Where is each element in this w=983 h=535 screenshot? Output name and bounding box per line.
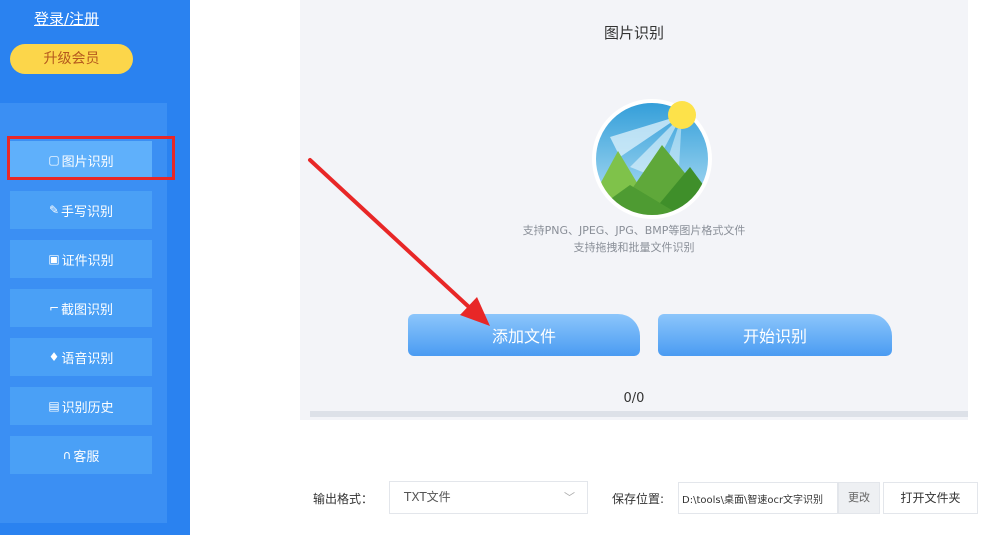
nav-item-label: 截图识别 [61,302,114,318]
nav-item-id-recognition[interactable]: ▣ 证件识别 [10,240,152,278]
nav-item-label: 识别历史 [61,400,114,416]
login-register-link[interactable]: 登录/注册 [34,8,99,29]
history-icon: ▤ [48,399,60,413]
upgrade-vip-button[interactable]: 升级会员 [10,44,133,74]
landscape-picture-icon [592,99,712,219]
nav-item-label: 证件识别 [61,253,114,269]
crop-icon: ⌐ [48,301,60,315]
nav-item-label: 客服 [73,449,100,465]
output-format-value: TXT文件 [404,490,451,504]
change-path-button[interactable]: 更改 [838,482,880,514]
nav-item-recognition-history[interactable]: ▤ 识别历史 [10,387,152,425]
annotation-highlight-box [7,136,175,180]
progress-bar [310,411,968,417]
open-folder-button[interactable]: 打开文件夹 [883,482,978,514]
sidebar: 登录/注册 升级会员 ▢ 图片识别 ✎ 手写识别 ▣ 证件识别 ⌐ 截图识别 ♦… [0,0,190,535]
mic-icon: ♦ [48,350,60,364]
nav-item-handwriting-recognition[interactable]: ✎ 手写识别 [10,191,152,229]
start-recognition-button[interactable]: 开始识别 [658,314,892,356]
id-card-icon: ▣ [48,252,60,266]
drag-batch-hint: 支持拖拽和批量文件识别 [573,241,695,254]
save-path-input[interactable] [678,482,838,514]
headset-icon: ∩ [62,448,72,462]
add-file-button[interactable]: 添加文件 [408,314,640,356]
chevron-down-icon: ﹀ [564,491,575,504]
nav-item-label: 手写识别 [61,204,114,220]
save-location-label: 保存位置: [612,492,665,506]
file-counter: 0/0 [623,391,645,406]
nav-item-label: 语音识别 [61,351,114,367]
output-format-select[interactable]: TXT文件 ﹀ [389,481,588,514]
nav-item-customer-service[interactable]: ∩ 客服 [10,436,152,474]
output-format-label: 输出格式： [313,492,374,506]
supported-formats-hint: 支持PNG、JPEG、JPG、BMP等图片格式文件 [522,224,746,237]
recognition-card: 图片识别 支持PNG、JPEG、JPG、BMP等图片格式文件 支持拖拽和批量文件… [300,0,968,420]
page-title: 图片识别 [603,24,664,42]
nav-item-voice-recognition[interactable]: ♦ 语音识别 [10,338,152,376]
nav-item-screenshot-recognition[interactable]: ⌐ 截图识别 [10,289,152,327]
pen-icon: ✎ [48,203,60,217]
